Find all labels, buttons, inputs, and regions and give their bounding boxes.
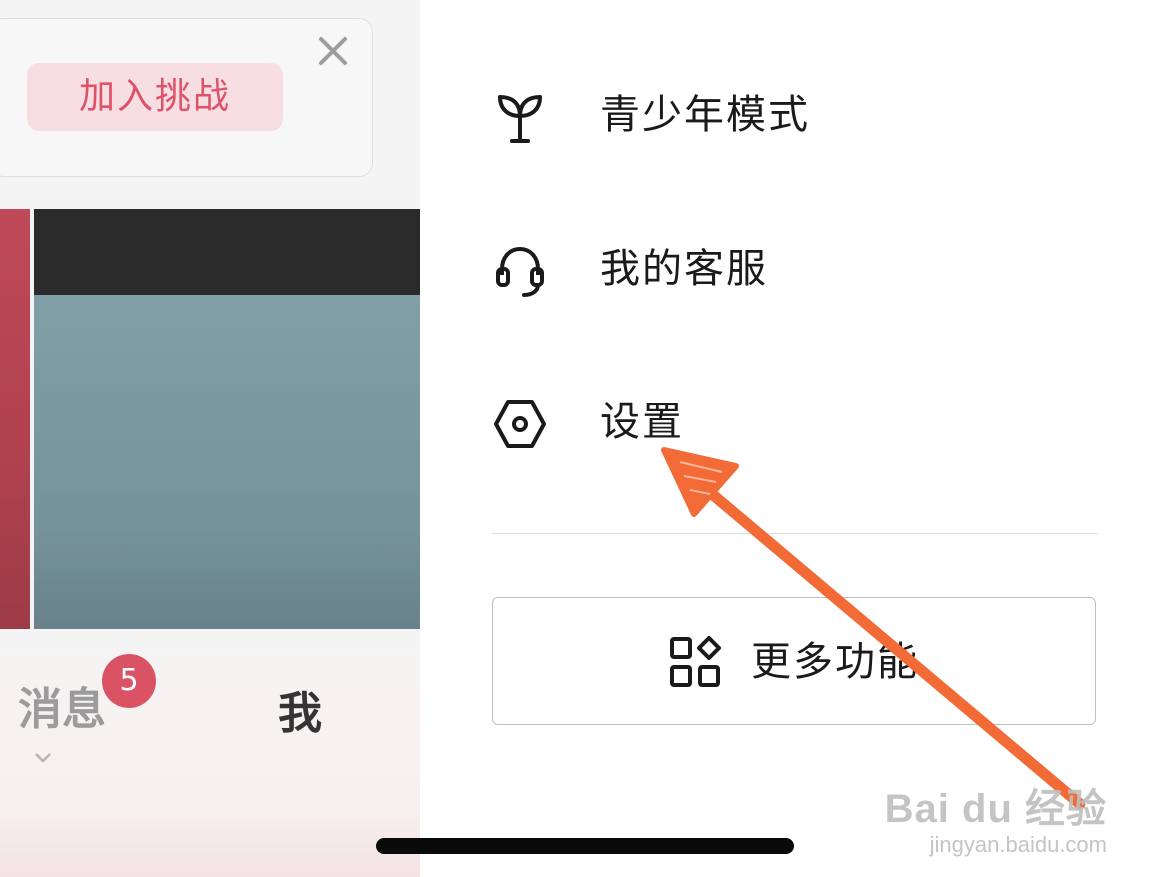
menu-item-label: 青少年模式: [600, 92, 810, 138]
more-features-button[interactable]: 更多功能: [492, 597, 1096, 725]
menu-item-teen-mode[interactable]: 青少年模式: [486, 75, 1086, 155]
side-drawer: 青少年模式 我的客服 设置 更多功能: [420, 0, 1169, 877]
divider: [492, 533, 1098, 534]
hexagon-settings-icon: [494, 400, 546, 448]
sprout-icon: [498, 95, 542, 143]
apps-grid-icon: [670, 636, 721, 687]
headset-icon: [496, 246, 544, 297]
menu-item-settings[interactable]: 设置: [486, 382, 1086, 462]
menu-item-customer-service[interactable]: 我的客服: [486, 229, 1086, 309]
more-features-label: 更多功能: [751, 639, 919, 685]
menu-item-label: 设置: [600, 399, 684, 445]
dim-overlay[interactable]: [0, 0, 420, 877]
background-app: 加入挑战 消息 5 我: [0, 0, 420, 877]
menu-item-label: 我的客服: [600, 246, 768, 292]
home-indicator[interactable]: [376, 838, 794, 854]
